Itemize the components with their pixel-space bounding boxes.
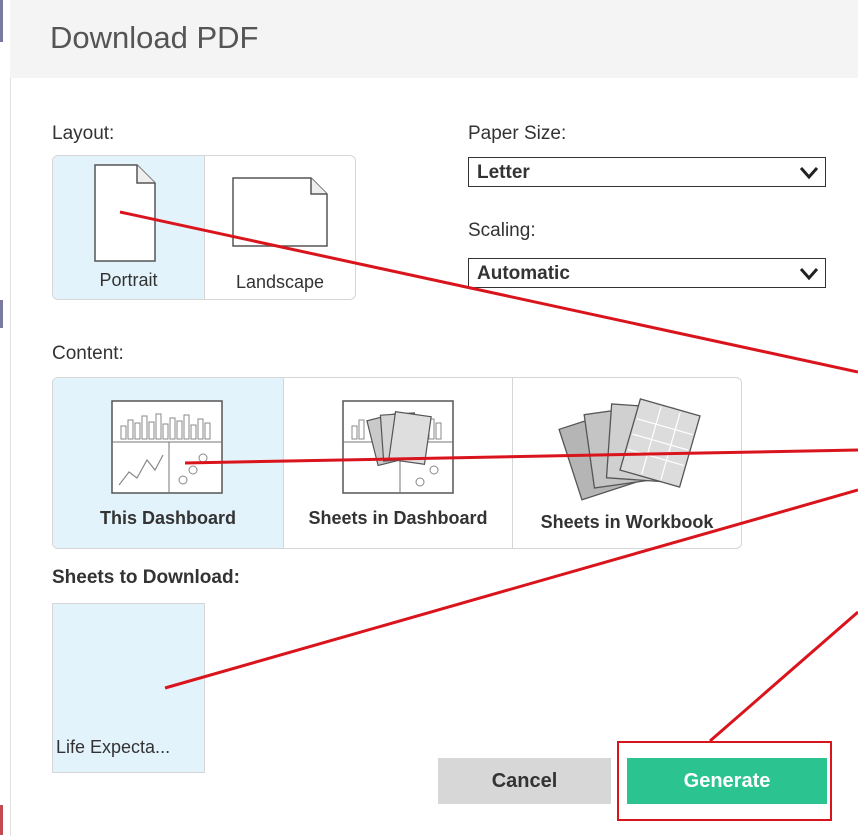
sheets-in-workbook-option[interactable]: Sheets in Workbook xyxy=(513,378,741,548)
annotation-line-generate xyxy=(709,610,858,743)
portrait-label: Portrait xyxy=(99,270,158,290)
paper-size-select[interactable]: Letter xyxy=(468,157,826,187)
sheets-in-dashboard-option[interactable]: Sheets in Dashboard xyxy=(284,378,513,548)
edge-marker xyxy=(0,300,3,328)
this-dashboard-label: This Dashboard xyxy=(99,508,237,528)
sheet-label: Life Expecta... xyxy=(56,737,171,757)
landscape-page-icon xyxy=(232,177,328,247)
paper-size-value: Letter xyxy=(477,162,530,183)
chevron-down-icon xyxy=(799,167,819,180)
chevron-down-icon xyxy=(799,268,819,281)
scaling-value: Automatic xyxy=(477,263,570,284)
portrait-option[interactable]: Portrait xyxy=(53,156,205,299)
content-label: Content: xyxy=(52,343,124,364)
sheets-in-dashboard-label: Sheets in Dashboard xyxy=(308,508,488,528)
layout-label: Layout: xyxy=(52,123,115,144)
content-toggle-group: This Dashboard Sheets in Dashboard Sheet… xyxy=(52,377,742,549)
scaling-select[interactable]: Automatic xyxy=(468,258,826,288)
cancel-button[interactable]: Cancel xyxy=(438,758,611,804)
this-dashboard-option[interactable]: This Dashboard xyxy=(53,378,284,548)
portrait-page-icon xyxy=(94,164,156,262)
edge-marker xyxy=(0,805,3,835)
dashboard-icon xyxy=(111,400,223,494)
scaling-label: Scaling: xyxy=(468,220,536,241)
sheets-in-dashboard-icon xyxy=(342,400,454,494)
sheets-in-workbook-icon xyxy=(558,398,701,501)
dialog-title: Download PDF xyxy=(50,20,259,55)
edge-marker xyxy=(0,0,3,42)
sheet-option[interactable]: Life Expecta... xyxy=(52,603,205,773)
sheets-in-workbook-label: Sheets in Workbook xyxy=(540,512,714,532)
window-left-edge xyxy=(0,0,11,836)
paper-size-label: Paper Size: xyxy=(468,123,567,144)
generate-highlight-box xyxy=(617,741,832,821)
landscape-option[interactable]: Landscape xyxy=(205,156,355,299)
landscape-label: Landscape xyxy=(235,272,325,292)
layout-toggle-group: Portrait Landscape xyxy=(52,155,356,300)
sheets-to-download-label: Sheets to Download: xyxy=(52,567,240,588)
